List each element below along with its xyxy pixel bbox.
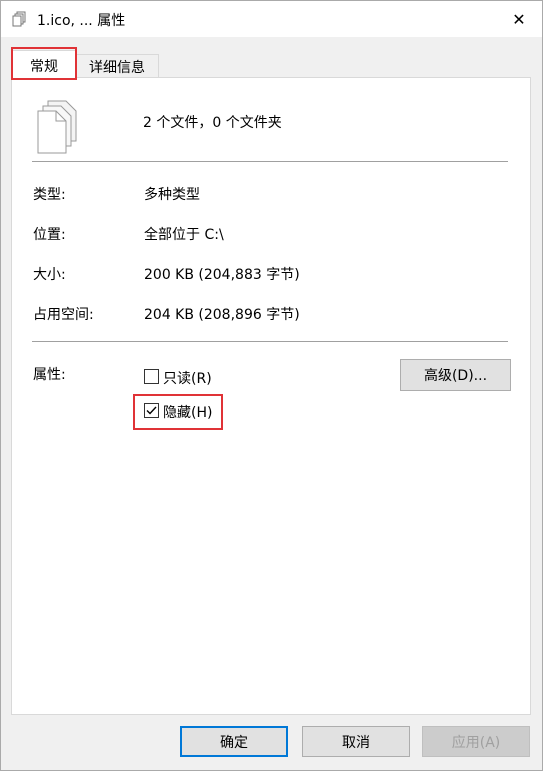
attributes-label: 属性: [33,367,66,383]
apply-button[interactable]: 应用(A) [422,726,530,757]
close-icon: ✕ [512,9,526,29]
ok-button-label: 确定 [220,734,248,751]
files-icon [12,11,28,27]
highlight-box-general-tab [11,47,77,80]
size-label: 大小: [33,267,66,283]
readonly-label[interactable]: 只读(R) [163,368,212,388]
apply-button-label: 应用(A) [451,734,501,751]
title-bar: 1.ico, ... 属性 ✕ [1,1,542,37]
size-on-disk-label: 占用空间: [33,307,94,323]
ok-button[interactable]: 确定 [180,726,288,757]
tab-details[interactable]: 详细信息 [75,54,159,79]
selection-summary: 2 个文件，0 个文件夹 [143,115,282,131]
divider [32,161,508,162]
size-value: 200 KB (204,883 字节) [144,267,300,283]
advanced-button-label: 高级(D)... [423,368,488,384]
general-panel: 2 个文件，0 个文件夹 类型: 多种类型 位置: 全部位于 C:\ 大小: 2… [11,77,531,715]
location-value: 全部位于 C:\ [144,227,224,243]
advanced-button[interactable]: 高级(D)... [400,359,511,391]
type-label: 类型: [33,187,66,203]
close-button[interactable]: ✕ [496,1,542,37]
location-label: 位置: [33,227,66,243]
divider [32,341,508,342]
type-value: 多种类型 [144,187,200,203]
multiple-files-icon [34,99,80,155]
highlight-box-hidden [133,394,223,430]
tab-details-label: 详细信息 [89,60,145,76]
window-title: 1.ico, ... 属性 [37,13,126,29]
cancel-button[interactable]: 取消 [302,726,410,757]
size-on-disk-value: 204 KB (208,896 字节) [144,307,300,323]
readonly-checkbox[interactable] [144,369,159,384]
cancel-button-label: 取消 [342,734,370,751]
